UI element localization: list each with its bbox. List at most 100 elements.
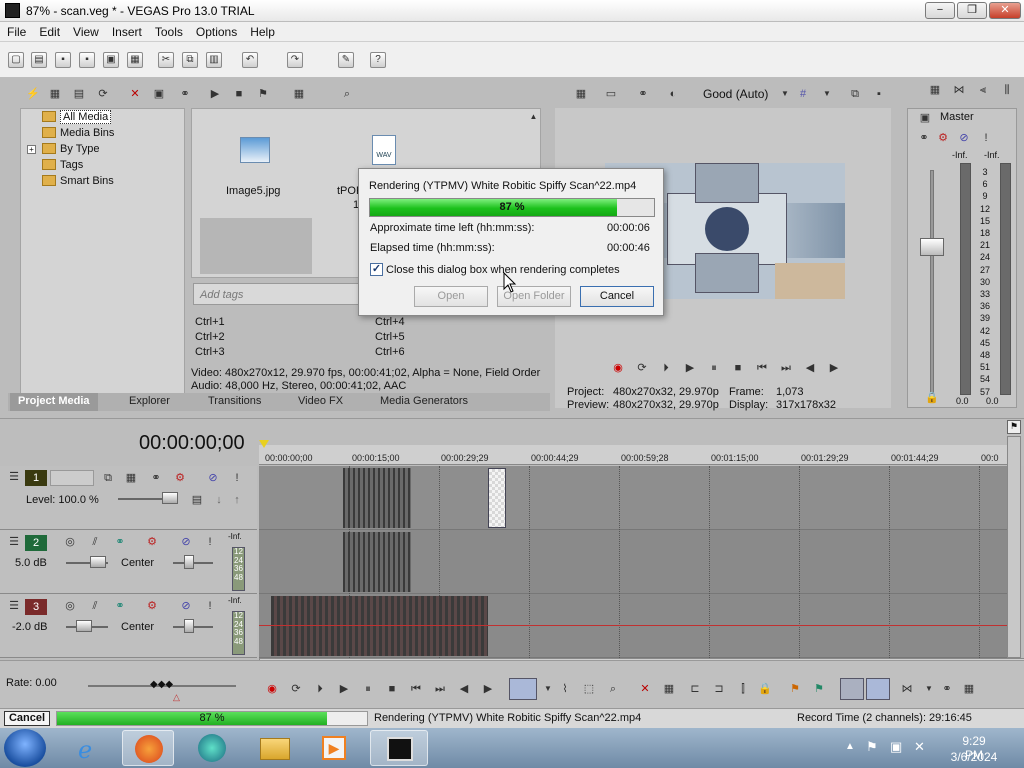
cancel-render-button[interactable]: Cancel — [580, 286, 654, 307]
split-icon[interactable]: ⫿ — [736, 682, 750, 696]
tree-item-by-type[interactable]: By Type — [42, 143, 100, 155]
minimize-button[interactable]: − — [925, 2, 955, 19]
clock-date[interactable]: 3/6/2024 — [948, 750, 1000, 764]
import-media-icon[interactable]: ⚡ — [26, 87, 40, 101]
file-explorer-taskbar-icon[interactable] — [248, 730, 300, 766]
solo-icon[interactable]: ! — [203, 599, 217, 613]
chain-icon[interactable]: ⚭ — [178, 87, 192, 101]
preview-fx-icon[interactable]: ⚭ — [636, 87, 650, 101]
auto-preview-icon[interactable]: ⚑ — [256, 87, 270, 101]
preview-properties-icon[interactable]: ▦ — [574, 87, 588, 101]
overlays-icon[interactable]: # — [796, 87, 810, 101]
tree-item-all-media[interactable]: All Media — [42, 110, 112, 124]
status-cancel-button[interactable]: Cancel — [4, 711, 50, 726]
mute-icon[interactable]: ⊘ — [206, 471, 220, 485]
mute-icon[interactable]: ⊘ — [179, 535, 193, 549]
copy-snapshot-icon[interactable]: ⧉ — [848, 87, 862, 101]
audio-clip[interactable] — [271, 596, 488, 656]
enable-snapping-icon[interactable]: ✎ — [338, 52, 354, 68]
undo-icon[interactable]: ↶ — [242, 52, 258, 68]
views-icon[interactable]: ▦ — [292, 87, 306, 101]
tab-transitions[interactable]: Transitions — [208, 395, 261, 407]
trim-start-icon[interactable]: ⊏ — [688, 682, 702, 696]
expand-icon[interactable]: + — [27, 145, 36, 154]
go-to-start-icon[interactable]: ⏮ — [409, 682, 423, 696]
stop-preview-icon[interactable]: ■ — [232, 87, 246, 101]
menu-file[interactable]: File — [0, 22, 32, 39]
zoom-tool-icon[interactable]: ⌕ — [606, 682, 620, 696]
scroll-up-icon[interactable]: ▲ — [528, 112, 539, 123]
volume-slider-thumb[interactable] — [76, 620, 92, 632]
split-screen-icon[interactable]: ◐ — [666, 87, 680, 101]
firefox-taskbar-icon[interactable] — [122, 730, 174, 766]
pause-icon[interactable]: ⏸ — [707, 361, 721, 375]
track-fx-icon[interactable]: ⚭ — [149, 471, 163, 485]
save-snapshot-icon[interactable]: ▪ — [872, 87, 886, 101]
get-media-icon[interactable]: ▤ — [72, 87, 86, 101]
bypass-motion-blur-icon[interactable]: ⧉ — [101, 471, 115, 485]
lock-envelopes-icon[interactable]: ▦ — [962, 682, 976, 696]
remove-icon[interactable]: ✕ — [128, 87, 142, 101]
menu-options[interactable]: Options — [189, 22, 243, 39]
rate-slider-thumb[interactable]: ◆◆◆ — [150, 679, 173, 690]
refresh-icon[interactable]: ⟳ — [96, 87, 110, 101]
normal-edit-tool-icon[interactable] — [509, 678, 537, 700]
ignore-event-grouping-icon[interactable] — [866, 678, 890, 700]
search-icon[interactable]: ⌕ — [340, 87, 354, 101]
vertical-scrollbar[interactable] — [1007, 436, 1021, 658]
solo-icon[interactable]: ! — [203, 535, 217, 549]
chevron-down-icon[interactable]: ▼ — [541, 682, 555, 696]
track-menu-icon[interactable]: ☰ — [7, 599, 21, 613]
track-motion-icon[interactable]: ▦ — [124, 471, 138, 485]
menu-tools[interactable]: Tools — [148, 22, 189, 39]
level-slider-thumb[interactable] — [162, 492, 178, 504]
preview-quality-dropdown[interactable]: Good (Auto) — [703, 87, 768, 101]
gear-icon[interactable]: ⚙ — [145, 599, 159, 613]
solo-icon[interactable]: ! — [230, 471, 244, 485]
auto-crossfades-icon[interactable]: ⋈ — [900, 682, 914, 696]
menu-view[interactable]: View — [66, 22, 105, 39]
image-thumbnail-icon[interactable] — [240, 137, 270, 163]
video-clip[interactable] — [488, 468, 506, 528]
mixer-settings-icon[interactable]: ⫼ — [1000, 83, 1014, 97]
chevron-down-icon[interactable]: ▼ — [820, 87, 834, 101]
chevron-down-icon[interactable]: ▼ — [778, 87, 792, 101]
play-from-start-icon[interactable]: ⏵ — [659, 361, 673, 375]
video-clip-cluster[interactable] — [343, 468, 411, 528]
loop-playback-icon[interactable]: ⟳ — [289, 682, 303, 696]
make-compositing-child-icon[interactable]: ↓ — [212, 493, 226, 507]
pause-icon[interactable]: ⏸ — [361, 682, 375, 696]
pan-slider-thumb[interactable] — [184, 619, 194, 633]
invert-phase-icon[interactable]: ⫽ — [88, 535, 102, 549]
internet-explorer-taskbar-icon[interactable]: ℯ — [64, 730, 116, 766]
dim-output-icon[interactable]: ⫷ — [976, 83, 990, 97]
add-tags-input[interactable]: Add tags — [193, 283, 363, 305]
start-button[interactable] — [4, 729, 46, 767]
delete-icon[interactable]: ✕ — [638, 682, 652, 696]
chevron-down-icon[interactable]: ▼ — [922, 682, 936, 696]
track-menu-icon[interactable]: ☰ — [7, 535, 21, 549]
network-icon[interactable]: ▣ — [890, 739, 902, 755]
previous-frame-icon[interactable]: ◀ — [803, 361, 817, 375]
gear-icon[interactable]: ⚙ — [173, 471, 187, 485]
open-icon[interactable]: ▤ — [31, 52, 47, 68]
vegas-taskbar-icon[interactable] — [370, 730, 428, 766]
go-to-end-icon[interactable]: ⏭ — [433, 682, 447, 696]
go-to-end-icon[interactable]: ⏭ — [779, 361, 793, 375]
trim-icon[interactable]: ▦ — [662, 682, 676, 696]
audio-clip-cluster[interactable] — [343, 532, 411, 592]
play-from-start-icon[interactable]: ⏵ — [313, 682, 327, 696]
insert-marker-icon[interactable]: ⚑ — [788, 682, 802, 696]
next-frame-icon[interactable]: ▶ — [481, 682, 495, 696]
properties-icon[interactable]: ▦ — [127, 52, 143, 68]
next-frame-icon[interactable]: ▶ — [827, 361, 841, 375]
volume-slider-thumb[interactable] — [90, 556, 106, 568]
track-fx-icon[interactable]: ⚭ — [113, 599, 127, 613]
master-fader[interactable] — [920, 238, 944, 256]
record-icon[interactable]: ◉ — [611, 361, 625, 375]
save-icon[interactable]: ▪ — [55, 52, 71, 68]
insert-fx-icon[interactable]: ⚭ — [917, 131, 931, 145]
maximize-button[interactable]: ❐ — [957, 2, 987, 19]
volume-envelope[interactable] — [259, 625, 1007, 626]
play-icon[interactable]: ▶ — [683, 361, 697, 375]
